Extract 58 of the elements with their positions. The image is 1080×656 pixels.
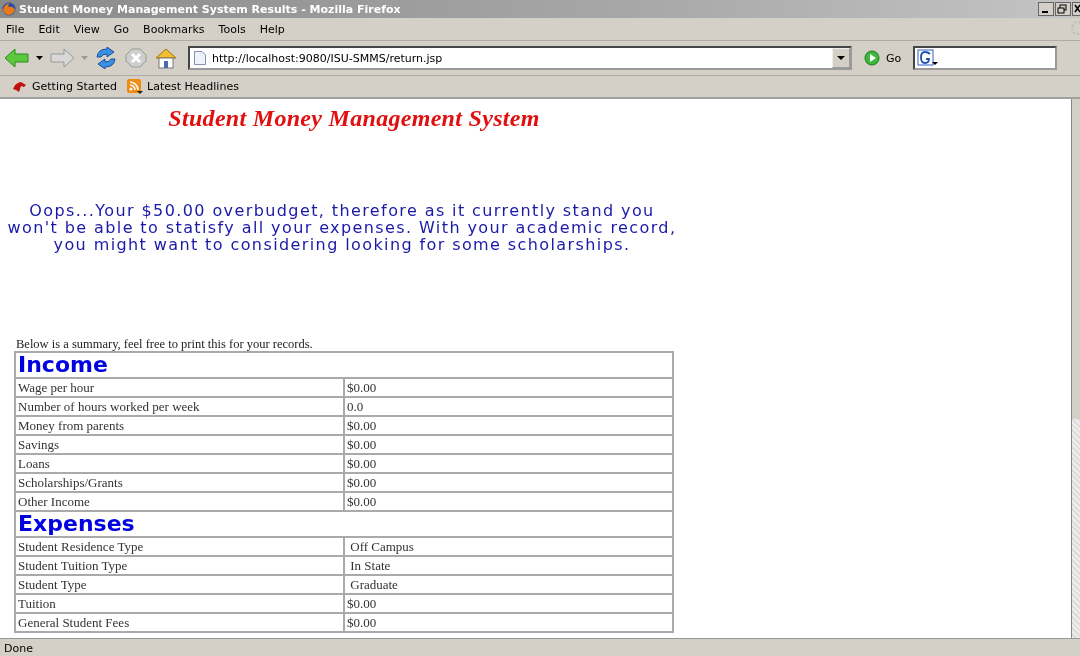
menu-item[interactable]: View	[73, 22, 100, 36]
row-value: Off Campus	[344, 537, 673, 556]
home-button[interactable]	[154, 47, 178, 69]
search-engine-icon[interactable]	[917, 49, 940, 67]
row-label: Student Tuition Type	[15, 556, 344, 575]
menu-item[interactable]: Edit	[38, 22, 60, 36]
page-heading: Student Money Management System	[167, 105, 541, 132]
row-label: Number of hours worked per week	[15, 397, 344, 416]
row-value: Graduate	[344, 575, 673, 594]
budget-message: Oops...Your $50.00 overbudget, therefore as it currently stand you won't be able to statisfy all your expenses. With your academic record, you might want to considering looking for some scholarships.	[6, 202, 678, 253]
row-value: 0.0	[344, 397, 673, 416]
bookmark-link[interactable]: Latest Headlines	[127, 78, 239, 95]
caret-icon	[837, 56, 845, 60]
bookmark-link[interactable]: Getting Started	[12, 79, 118, 94]
row-value: $0.00	[344, 378, 673, 397]
dropdown-button[interactable]	[832, 48, 850, 68]
row-value: $0.00	[344, 435, 673, 454]
row-label: Other Income	[15, 492, 344, 511]
menu-item[interactable]: Tools	[218, 22, 246, 36]
row-value: $0.00	[344, 492, 673, 511]
go-button[interactable]: Go	[864, 50, 902, 66]
row-label: Student Residence Type	[15, 537, 344, 556]
section-heading: Expenses	[15, 511, 673, 537]
minimize-button[interactable]	[1038, 2, 1054, 16]
status-text: Done	[4, 641, 33, 655]
scrollbar[interactable]	[1071, 99, 1080, 638]
browser-logo-icon	[2, 2, 16, 16]
row-label: Savings	[15, 435, 344, 454]
address-field[interactable]: http://localhost:9080/ISU-SMMS/return.jsp	[188, 46, 852, 70]
row-label: Wage per hour	[15, 378, 344, 397]
row-value: $0.00	[344, 473, 673, 492]
menu-item[interactable]: Bookmarks	[143, 22, 205, 36]
bookmark-icon	[12, 79, 28, 94]
page-icon	[194, 51, 206, 65]
row-label: Money from parents	[15, 416, 344, 435]
search-field[interactable]	[913, 46, 1058, 70]
summary-intro: Below is a summary, feel free to print this for your records.	[16, 337, 314, 351]
close-button[interactable]	[1072, 2, 1080, 16]
row-value: $0.00	[344, 416, 673, 435]
stop-button[interactable]	[124, 47, 148, 69]
row-value: $0.00	[344, 454, 673, 473]
row-label: Scholarships/Grants	[15, 473, 344, 492]
menu-item[interactable]: Help	[259, 22, 285, 36]
window-title: Student Money Management System Results - Mozilla Firefox	[19, 2, 401, 16]
section-heading: Income	[15, 352, 673, 378]
row-value: $0.00	[344, 594, 673, 613]
menu-item[interactable]: File	[6, 22, 25, 36]
reload-button[interactable]	[94, 47, 118, 69]
row-value: In State	[344, 556, 673, 575]
throbber-icon	[1068, 20, 1080, 36]
row-label: Tuition	[15, 594, 344, 613]
caret-icon[interactable]	[36, 56, 43, 60]
row-value: $0.00	[344, 613, 673, 632]
row-label: Loans	[15, 454, 344, 473]
feed-icon	[127, 78, 144, 95]
row-label: General Student Fees	[15, 613, 344, 632]
menu-item[interactable]: Go	[113, 22, 130, 36]
row-label: Student Type	[15, 575, 344, 594]
